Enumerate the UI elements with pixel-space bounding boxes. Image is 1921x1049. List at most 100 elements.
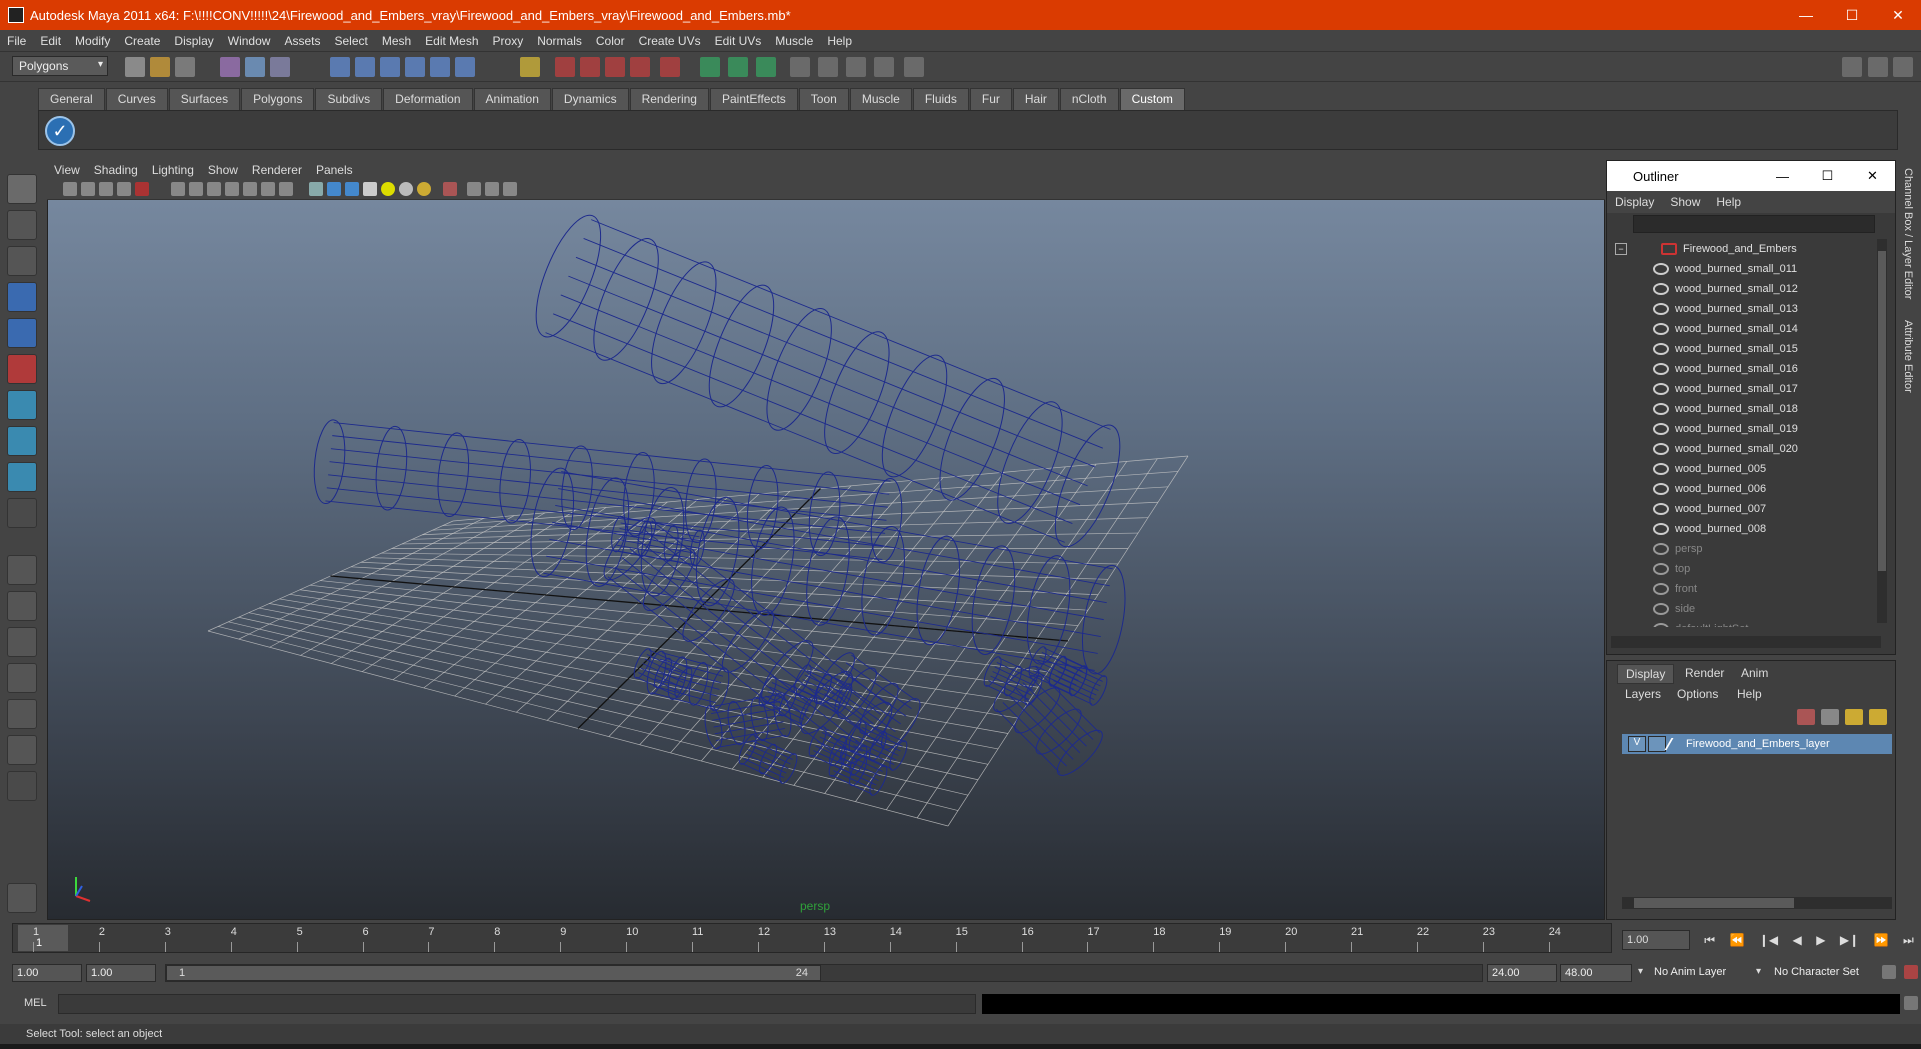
hypershade-layout-icon[interactable] [7,699,37,729]
film-gate-icon[interactable] [189,182,203,196]
snap-curve-icon[interactable] [355,57,375,77]
go-to-start-button[interactable]: ⏮ [1704,933,1715,948]
tool-settings-toggle-icon[interactable] [1868,57,1888,77]
field-chart-icon[interactable] [243,182,257,196]
menu-edit[interactable]: Edit [33,34,68,48]
soft-mod-icon[interactable] [7,426,37,456]
shelf-tab-rendering[interactable]: Rendering [629,88,709,110]
menu-edit-mesh[interactable]: Edit Mesh [418,34,485,48]
hypershade-icon[interactable] [818,57,838,77]
outliner-vertical-scrollbar[interactable] [1877,239,1887,623]
shelf-tab-custom[interactable]: Custom [1119,88,1185,110]
snap-plane-icon[interactable] [405,57,425,77]
new-layer-icon[interactable] [1797,709,1815,725]
select-tool-icon[interactable] [7,174,37,204]
anim-end-field[interactable]: 48.00 [1560,964,1632,982]
move-tool-icon[interactable] [7,282,37,312]
xray-icon[interactable] [443,182,457,196]
ik-icon[interactable] [660,57,680,77]
image-plane-icon[interactable] [99,182,113,196]
shelf-tab-hair[interactable]: Hair [1012,88,1059,110]
shelf-tab-toon[interactable]: Toon [798,88,849,110]
shelf-tab-fluids[interactable]: Fluids [912,88,969,110]
list-item[interactable]: persp [1653,539,1703,559]
list-item[interactable]: wood_burned_small_020 [1653,439,1798,459]
panel-menu-view[interactable]: View [47,163,87,177]
layer-menu-help[interactable]: Help [1729,685,1770,705]
all-lights-icon[interactable] [399,182,413,196]
menu-edit-uvs[interactable]: Edit UVs [708,34,769,48]
range-start-field[interactable]: 1.00 [12,964,82,982]
isolate-select-icon[interactable] [467,182,481,196]
menu-mesh[interactable]: Mesh [375,34,418,48]
play-backward-button[interactable]: ◀ [1793,933,1802,947]
shelf-tab-surfaces[interactable]: Surfaces [168,88,241,110]
collapse-toggle-icon[interactable]: − [1615,243,1627,255]
menu-color[interactable]: Color [589,34,632,48]
list-item[interactable]: front [1653,579,1697,599]
check-icon[interactable]: ✓ [45,116,75,146]
layer-scroll-thumb[interactable] [1634,898,1794,908]
paint-select-icon[interactable] [7,246,37,276]
shelf-tab-muscle[interactable]: Muscle [849,88,912,110]
list-item[interactable]: wood_burned_small_013 [1653,299,1798,319]
shelf-tab-deformation[interactable]: Deformation [383,88,473,110]
menu-create-uvs[interactable]: Create UVs [632,34,708,48]
panel-menu-show[interactable]: Show [201,163,245,177]
list-item[interactable]: wood_burned_small_017 [1653,379,1798,399]
ipr-render-icon[interactable] [756,57,776,77]
command-input[interactable] [58,994,976,1014]
panel-menu-renderer[interactable]: Renderer [245,163,309,177]
step-forward-frame-button[interactable]: ▶❙ [1840,933,1859,947]
snap-live-icon[interactable] [455,57,475,77]
scale-tool-icon[interactable] [7,354,37,384]
wireframe-on-shaded-icon[interactable] [345,182,359,196]
select-hierarchy-icon[interactable] [220,57,240,77]
outliner-menu-display[interactable]: Display [1607,195,1662,209]
range-slider[interactable]: 1 24 [165,964,1483,982]
menu-window[interactable]: Window [221,34,278,48]
anim-layer-selector[interactable]: No Anim Layer [1650,964,1748,982]
camera-icon[interactable] [874,57,894,77]
command-language-label[interactable]: MEL [24,997,47,1009]
attribute-editor-tab[interactable]: Attribute Editor [1902,320,1914,393]
high-quality-icon[interactable] [503,182,517,196]
bookmark-icon[interactable] [81,182,95,196]
snap-point-icon[interactable] [380,57,400,77]
gate-mask-icon[interactable] [225,182,239,196]
list-item[interactable]: wood_burned_small_016 [1653,359,1798,379]
snap-grid-icon[interactable] [330,57,350,77]
shelf-tab-dynamics[interactable]: Dynamics [551,88,629,110]
layer-row[interactable]: V Firewood_and_Embers_layer [1622,734,1892,754]
menu-muscle[interactable]: Muscle [768,34,820,48]
manipulator-tool-icon[interactable] [7,390,37,420]
list-item[interactable]: wood_burned_007 [1653,499,1766,519]
render-frame-icon[interactable] [728,57,748,77]
list-item[interactable]: defaultLightSet [1653,619,1748,627]
panel-menu-shading[interactable]: Shading [87,163,145,177]
go-to-end-button[interactable]: ⏭ [1903,933,1914,948]
four-view-layout-icon[interactable] [7,591,37,621]
shelf-tab-general[interactable]: General [38,88,105,110]
list-item[interactable]: wood_burned_005 [1653,459,1766,479]
menu-normals[interactable]: Normals [530,34,589,48]
play-forward-button[interactable]: ▶ [1816,933,1825,947]
resolution-gate-icon[interactable] [207,182,221,196]
outliner-horizontal-scrollbar[interactable] [1611,636,1881,648]
safe-title-icon[interactable] [279,182,293,196]
shelf-tab-animation[interactable]: Animation [473,88,551,110]
layout-option-icon[interactable] [7,735,37,765]
menu-modify[interactable]: Modify [68,34,117,48]
xray-joints-icon[interactable] [485,182,499,196]
outliner-minimize-button[interactable]: — [1760,161,1805,191]
shelf-tab-ncloth[interactable]: nCloth [1059,88,1119,110]
list-item[interactable]: wood_burned_small_018 [1653,399,1798,419]
key-icon[interactable] [1882,965,1896,979]
menu-assets[interactable]: Assets [277,34,327,48]
layer-tab-display[interactable]: Display [1617,664,1675,684]
layer-move-down-icon[interactable] [1869,709,1887,725]
input-ops-icon[interactable] [605,57,625,77]
list-item[interactable]: wood_burned_small_014 [1653,319,1798,339]
menu-help[interactable]: Help [820,34,859,48]
list-item[interactable]: wood_burned_006 [1653,479,1766,499]
